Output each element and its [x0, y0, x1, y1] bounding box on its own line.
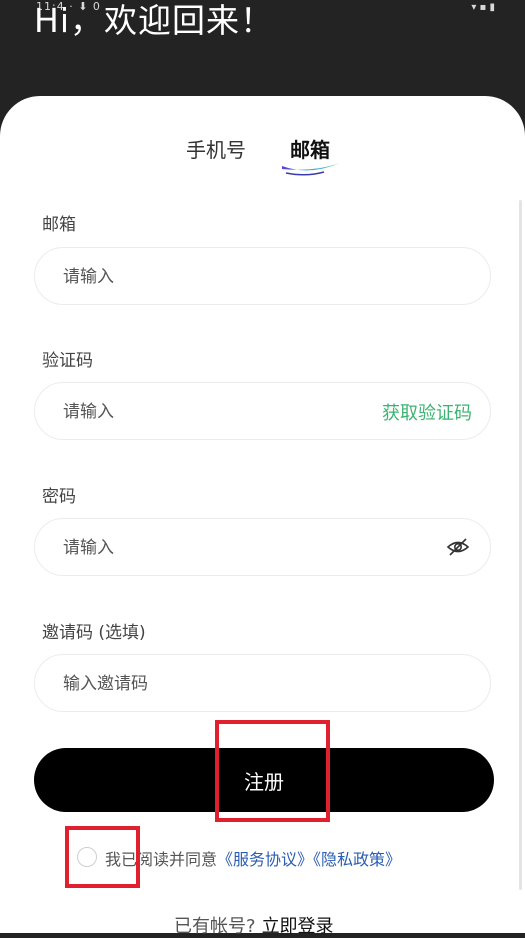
- privacy-link[interactable]: 《隐私政策》: [313, 850, 401, 869]
- code-label: 验证码: [42, 351, 93, 371]
- highlight-box-checkbox: [65, 826, 140, 888]
- status-icons: ▾ ▪ ▮: [471, 2, 495, 13]
- has-account-text: 已有帐号?: [174, 916, 256, 937]
- password-input[interactable]: [61, 519, 365, 577]
- login-prompt: 已有帐号? 立即登录: [174, 912, 334, 938]
- eye-off-icon[interactable]: [446, 535, 470, 559]
- active-tab-underline: [282, 163, 340, 176]
- invite-label: 邀请码 (选填): [42, 623, 146, 643]
- terms-link[interactable]: 《服务协议》: [217, 850, 313, 869]
- email-input[interactable]: [61, 248, 365, 306]
- invite-input[interactable]: [61, 655, 365, 713]
- email-field[interactable]: [34, 247, 491, 306]
- scrollbar[interactable]: [519, 200, 522, 890]
- welcome-title: Hi，欢迎回来！: [34, 1, 274, 40]
- login-link[interactable]: 立即登录: [262, 916, 334, 937]
- invite-field[interactable]: [34, 654, 491, 713]
- tab-email[interactable]: 邮箱: [290, 134, 330, 163]
- highlight-box-register: [215, 720, 330, 822]
- agreement-text: 我已阅读并同意《服务协议》《隐私政策》: [105, 846, 401, 870]
- email-label: 邮箱: [42, 215, 76, 235]
- get-code-button[interactable]: 获取验证码: [382, 399, 472, 425]
- code-input[interactable]: [61, 383, 365, 441]
- code-field[interactable]: 获取验证码: [34, 382, 491, 441]
- password-field[interactable]: [34, 518, 491, 577]
- password-label: 密码: [42, 487, 76, 507]
- tab-phone[interactable]: 手机号: [186, 134, 246, 163]
